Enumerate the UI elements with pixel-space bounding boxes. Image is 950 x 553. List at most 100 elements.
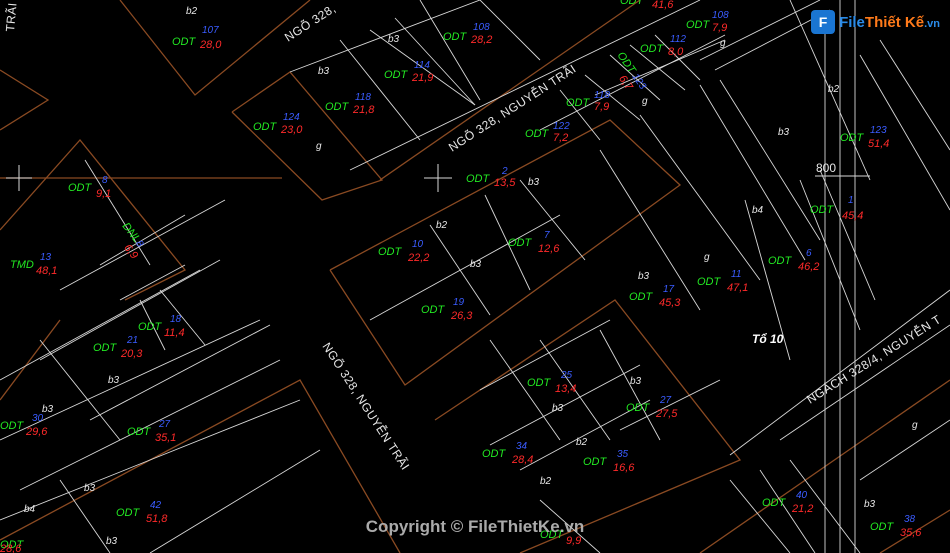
- svg-text:108: 108: [712, 10, 729, 21]
- svg-text:ODT: ODT: [640, 43, 665, 55]
- svg-text:ODT: ODT: [810, 204, 835, 216]
- svg-text:13: 13: [40, 252, 52, 263]
- svg-text:21,8: 21,8: [352, 104, 375, 116]
- svg-text:112: 112: [670, 34, 686, 45]
- svg-text:35: 35: [617, 449, 629, 460]
- svg-text:b3: b3: [470, 259, 482, 270]
- parcel-label: ODT 35 16,6: [583, 449, 635, 474]
- svg-text:28,6: 28,6: [0, 543, 22, 553]
- area-label: Tổ 10: [752, 332, 784, 346]
- svg-text:ODT: ODT: [762, 497, 787, 509]
- svg-text:8: 8: [102, 175, 108, 186]
- parcel-label: ODT 10 22,2: [378, 239, 429, 264]
- parcel-label: ODT 7 12,6: [508, 230, 560, 255]
- svg-text:13,4: 13,4: [555, 383, 576, 395]
- svg-text:ODT: ODT: [620, 0, 645, 7]
- svg-text:ODT: ODT: [0, 420, 25, 432]
- svg-text:b2: b2: [186, 6, 198, 17]
- svg-text:124: 124: [283, 112, 300, 123]
- svg-text:28,0: 28,0: [199, 39, 222, 51]
- svg-text:7,9: 7,9: [712, 22, 727, 34]
- svg-text:27: 27: [158, 419, 171, 430]
- cad-viewport[interactable]: NGÕ 328, NGÕ 328, NGUYỄN TRÃI NGÕ 328, N…: [0, 0, 950, 553]
- svg-text:12,6: 12,6: [538, 243, 560, 255]
- svg-text:2: 2: [501, 166, 508, 177]
- svg-text:g: g: [642, 96, 648, 107]
- svg-text:26,3: 26,3: [450, 310, 473, 322]
- svg-text:122: 122: [553, 121, 570, 132]
- svg-text:34: 34: [516, 441, 528, 452]
- svg-text:b4: b4: [752, 205, 764, 216]
- parcel-label: ODT 12423,0: [253, 112, 303, 136]
- parcel-label: ODT 213,5: [466, 166, 516, 189]
- svg-text:ODT: ODT: [697, 276, 722, 288]
- parcel-label: ODT1087,9: [686, 10, 729, 34]
- svg-text:g: g: [912, 420, 918, 431]
- svg-text:46,2: 46,2: [798, 261, 819, 273]
- svg-text:48,1: 48,1: [36, 265, 57, 277]
- svg-text:18: 18: [170, 314, 182, 325]
- svg-text:40: 40: [796, 490, 808, 501]
- parcel-label: ODT 107 28,0: [172, 25, 222, 51]
- svg-text:ODT: ODT: [466, 173, 491, 185]
- svg-text:ODT: ODT: [768, 255, 793, 267]
- svg-text:ODT: ODT: [840, 132, 865, 144]
- parcel-label: ODT 25 13,4: [527, 370, 576, 395]
- svg-text:b2: b2: [828, 84, 840, 95]
- svg-text:21,2: 21,2: [791, 503, 813, 515]
- svg-text:8,0: 8,0: [668, 46, 684, 58]
- svg-text:b4: b4: [24, 504, 36, 515]
- svg-text:19: 19: [453, 297, 465, 308]
- svg-text:17: 17: [663, 284, 675, 295]
- svg-text:ODT: ODT: [138, 321, 163, 333]
- svg-text:41,6: 41,6: [652, 0, 674, 11]
- svg-text:118: 118: [594, 90, 610, 101]
- logo-icon: F: [811, 10, 836, 34]
- logo-text: FileThiết Kế.vn: [839, 14, 940, 31]
- svg-text:47,1: 47,1: [727, 282, 748, 294]
- svg-text:ODT: ODT: [686, 19, 711, 31]
- parcel-label: ODT 17 45,3: [629, 284, 681, 309]
- cadastral-map: NGÕ 328, NGÕ 328, NGUYỄN TRÃI NGÕ 328, N…: [0, 0, 950, 553]
- svg-text:ODT: ODT: [325, 101, 350, 113]
- svg-text:g: g: [720, 38, 726, 49]
- svg-text:25: 25: [560, 370, 573, 381]
- parcel-label: ODT 8 9,1: [68, 175, 111, 200]
- svg-text:6: 6: [806, 248, 812, 259]
- svg-text:11,4: 11,4: [164, 327, 185, 339]
- site-logo[interactable]: F FileThiết Kế.vn: [811, 10, 940, 34]
- svg-text:ODT: ODT: [508, 237, 533, 249]
- logo-part-2: Thiết Kế: [864, 13, 925, 31]
- svg-text:ODT: ODT: [629, 291, 654, 303]
- parcel-label: ODT 11421,9: [384, 60, 433, 84]
- svg-text:10: 10: [412, 239, 424, 250]
- svg-text:29,6: 29,6: [25, 426, 48, 438]
- svg-text:b3: b3: [778, 127, 790, 138]
- svg-text:28,4: 28,4: [511, 454, 533, 466]
- svg-text:b3: b3: [388, 34, 400, 45]
- svg-text:b3: b3: [318, 66, 330, 77]
- svg-text:b3: b3: [84, 483, 96, 494]
- svg-text:ODT: ODT: [384, 69, 409, 81]
- svg-text:b2: b2: [576, 437, 588, 448]
- svg-text:21,9: 21,9: [411, 72, 433, 84]
- svg-text:7: 7: [544, 230, 550, 241]
- svg-text:b3: b3: [864, 499, 876, 510]
- parcel-label: ODT 21 20,3: [93, 335, 143, 360]
- parcel-lines: [0, 0, 950, 553]
- parcel-label: ODT 34 28,4: [482, 441, 533, 466]
- svg-text:13,5: 13,5: [494, 177, 516, 189]
- street-label-5: TRÃI: [3, 2, 20, 32]
- parcel-label: ODT 11 47,1: [697, 269, 748, 294]
- parcel-labels: ODT10728,0 ODT10828,2 ODT11421,9 ODT1182…: [0, 0, 922, 553]
- parcel-label: ODT 18 11,4: [138, 314, 185, 339]
- svg-text:ODT: ODT: [525, 128, 550, 140]
- svg-text:23,0: 23,0: [280, 124, 303, 136]
- parcel-label: ODT1227,2: [525, 121, 570, 144]
- parcel-boundaries: [0, 0, 950, 553]
- svg-text:22,2: 22,2: [407, 252, 429, 264]
- svg-text:118: 118: [355, 92, 371, 103]
- svg-text:51,4: 51,4: [868, 138, 889, 150]
- parcel-label: ODT1187,9: [566, 90, 610, 113]
- svg-text:b3: b3: [108, 375, 120, 386]
